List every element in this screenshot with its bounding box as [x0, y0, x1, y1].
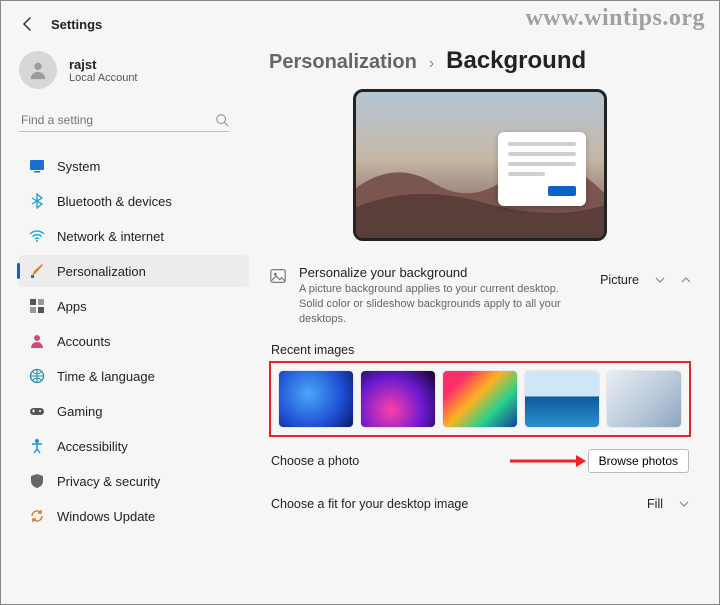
avatar [19, 51, 57, 89]
accounts-icon [29, 333, 45, 349]
back-arrow-icon[interactable] [19, 15, 37, 33]
choose-photo-row: Choose a photo Browse photos [269, 437, 691, 485]
shield-icon [29, 473, 45, 489]
accessibility-icon [29, 438, 45, 454]
personalize-desc: A picture background applies to your cur… [299, 282, 580, 327]
wifi-icon [29, 228, 45, 244]
fit-value: Fill [647, 497, 663, 511]
recent-image-thumb[interactable] [279, 371, 353, 427]
sidebar-item-label: Gaming [57, 404, 103, 419]
sidebar-item-privacy[interactable]: Privacy & security [19, 465, 249, 497]
paintbrush-icon [29, 263, 45, 279]
recent-image-thumb[interactable] [607, 371, 681, 427]
choose-photo-label: Choose a photo [271, 454, 359, 468]
main-content: Personalization › Background Personalize… [249, 33, 719, 596]
browse-photos-button[interactable]: Browse photos [588, 449, 689, 473]
sidebar-item-windows-update[interactable]: Windows Update [19, 500, 249, 532]
sidebar-item-label: Personalization [57, 264, 146, 279]
user-name: rajst [69, 57, 138, 72]
breadcrumb-current: Background [446, 47, 586, 75]
gaming-icon [29, 403, 45, 419]
sidebar: rajst Local Account System Bluetooth & d… [1, 33, 249, 596]
dropdown-value: Picture [600, 273, 639, 287]
user-account-type: Local Account [69, 72, 138, 84]
chevron-down-icon [679, 499, 689, 509]
recent-image-thumb[interactable] [525, 371, 599, 427]
sidebar-item-accessibility[interactable]: Accessibility [19, 430, 249, 462]
chevron-down-icon [655, 275, 665, 285]
sidebar-item-label: Accessibility [57, 439, 128, 454]
bluetooth-icon [29, 193, 45, 209]
recent-image-thumb[interactable] [443, 371, 517, 427]
sidebar-item-apps[interactable]: Apps [19, 290, 249, 322]
recent-images-label: Recent images [271, 343, 691, 357]
search-field[interactable] [19, 109, 229, 132]
recent-image-thumb[interactable] [361, 371, 435, 427]
personalize-title: Personalize your background [299, 265, 580, 280]
background-type-dropdown[interactable]: Picture [600, 273, 691, 287]
sidebar-item-label: Privacy & security [57, 474, 160, 489]
choose-fit-label: Choose a fit for your desktop image [271, 497, 468, 511]
update-icon [29, 508, 45, 524]
sidebar-item-label: Network & internet [57, 229, 164, 244]
annotation-arrow-icon [508, 453, 588, 469]
breadcrumb: Personalization › Background [269, 47, 691, 75]
sidebar-item-label: Accounts [57, 334, 110, 349]
image-icon [269, 267, 287, 285]
sidebar-item-network[interactable]: Network & internet [19, 220, 249, 252]
sidebar-item-gaming[interactable]: Gaming [19, 395, 249, 427]
sidebar-item-label: Bluetooth & devices [57, 194, 172, 209]
sidebar-item-label: Windows Update [57, 509, 155, 524]
breadcrumb-parent[interactable]: Personalization [269, 51, 417, 74]
sidebar-item-label: Time & language [57, 369, 155, 384]
system-icon [29, 158, 45, 174]
sidebar-item-bluetooth[interactable]: Bluetooth & devices [19, 185, 249, 217]
sidebar-item-label: Apps [57, 299, 87, 314]
sidebar-nav: System Bluetooth & devices Network & int… [19, 150, 249, 532]
desktop-preview [353, 89, 607, 241]
window-header: Settings [1, 1, 719, 33]
choose-fit-row: Choose a fit for your desktop image Fill [269, 485, 691, 523]
search-icon [215, 113, 229, 127]
sidebar-item-accounts[interactable]: Accounts [19, 325, 249, 357]
recent-images-grid [269, 361, 691, 437]
user-info[interactable]: rajst Local Account [19, 51, 249, 89]
sidebar-item-system[interactable]: System [19, 150, 249, 182]
fit-dropdown[interactable]: Fill [647, 497, 689, 511]
breadcrumb-separator-icon: › [429, 55, 434, 73]
search-input[interactable] [21, 113, 215, 127]
sidebar-item-personalization[interactable]: Personalization [19, 255, 249, 287]
chevron-up-icon[interactable] [681, 275, 691, 285]
apps-icon [29, 298, 45, 314]
preview-window-overlay [498, 132, 586, 206]
sidebar-item-time-language[interactable]: Time & language [19, 360, 249, 392]
sidebar-item-label: System [57, 159, 100, 174]
personalize-background-row[interactable]: Personalize your background A picture ba… [269, 259, 691, 333]
app-title: Settings [51, 17, 102, 32]
clock-globe-icon [29, 368, 45, 384]
